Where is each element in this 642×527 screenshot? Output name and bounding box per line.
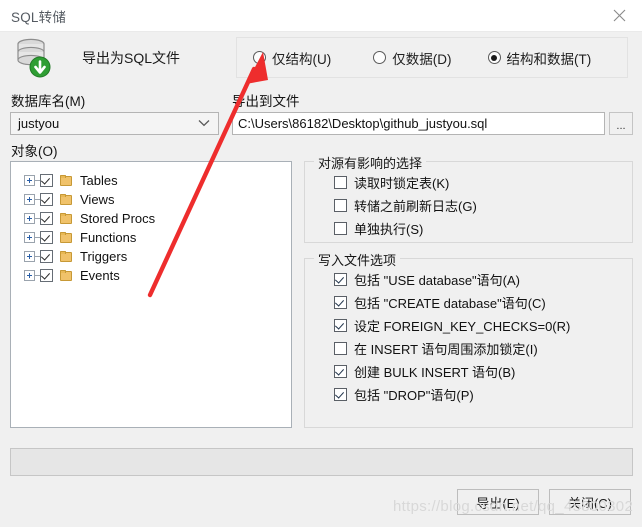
export-mode-radio-group: 仅结构(U) 仅数据(D) 结构和数据(T) [236,37,628,78]
tree-item-tables[interactable]: Tables [11,171,291,190]
checkbox-lock-around-insert[interactable]: 在 INSERT 语句周围添加锁定(I) [305,337,632,360]
checkbox-mark [334,222,347,235]
output-file-label: 导出到文件 [232,94,300,109]
chevron-down-icon [198,120,210,127]
folder-icon [60,269,73,282]
expand-icon[interactable] [24,194,35,205]
tree-item-label: Tables [80,173,118,188]
checkbox-single-transaction[interactable]: 单独执行(S) [305,217,632,240]
source-options-group: 对源有影响的选择 读取时锁定表(K) 转储之前刷新日志(G) 单独执行(S) [304,153,633,243]
database-name-label: 数据库名(M) [11,94,86,109]
database-name-value: justyou [18,116,60,131]
folder-icon [60,174,73,187]
tree-item-views[interactable]: Views [11,190,291,209]
folder-icon [60,231,73,244]
close-button[interactable]: 关闭(C) [549,489,631,515]
checkbox-label: 在 INSERT 语句周围添加锁定(I) [354,342,538,357]
output-file-field[interactable] [232,112,605,135]
close-window-button[interactable] [596,0,642,31]
checkbox-include-drop[interactable]: 包括 "DROP"语句(P) [305,383,632,406]
write-options-group: 写入文件选项 包括 "USE database"语句(A) 包括 "CREATE… [304,250,633,428]
database-name-select[interactable]: justyou [10,112,219,135]
tree-checkbox[interactable] [40,193,53,206]
checkbox-bulk-insert[interactable]: 创建 BULK INSERT 语句(B) [305,360,632,383]
checkbox-label: 包括 "USE database"语句(A) [354,273,521,288]
expand-icon[interactable] [24,270,35,281]
tree-item-triggers[interactable]: Triggers [11,247,291,266]
browse-file-button[interactable]: ... [609,112,633,135]
window-titlebar: SQL转储 [0,0,642,32]
export-button[interactable]: 导出(E) [457,489,539,515]
folder-icon [60,212,73,225]
tree-checkbox[interactable] [40,231,53,244]
window-title: SQL转储 [11,9,67,25]
progress-log-bar [10,448,633,476]
checkbox-mark [334,296,347,309]
tree-item-label: Views [80,192,115,207]
radio-label-structure-and-data: 结构和数据(T) [506,51,592,67]
checkbox-label: 转储之前刷新日志(G) [354,199,477,214]
tree-checkbox[interactable] [40,269,53,282]
objects-tree[interactable]: Tables Views Stored Procs Functions Trig… [10,161,292,428]
radio-data-only[interactable]: 仅数据(D) [373,48,452,68]
tree-item-label: Triggers [80,249,128,264]
checkbox-label: 包括 "CREATE database"语句(C) [354,296,546,311]
tree-item-label: Functions [80,230,137,245]
radio-structure-and-data[interactable]: 结构和数据(T) [487,48,592,68]
tree-checkbox[interactable] [40,212,53,225]
checkbox-label: 读取时锁定表(K) [354,176,450,191]
tree-checkbox[interactable] [40,174,53,187]
radio-structure-only[interactable]: 仅结构(U) [253,48,331,68]
radio-mark-structure-and-data [487,51,501,64]
expand-icon[interactable] [24,175,35,186]
radio-mark-data-only [373,51,387,64]
checkbox-lock-tables[interactable]: 读取时锁定表(K) [305,171,632,194]
checkbox-foreign-key-checks[interactable]: 设定 FOREIGN_KEY_CHECKS=0(R) [305,314,632,337]
objects-label: 对象(O) [11,144,58,159]
tree-item-functions[interactable]: Functions [11,228,291,247]
checkbox-mark [334,365,347,378]
checkbox-mark [334,319,347,332]
export-format-label: 导出为SQL文件 [82,50,181,66]
checkbox-mark [334,199,347,212]
folder-icon [60,250,73,263]
tree-item-label: Stored Procs [80,211,156,226]
radio-label-data-only: 仅数据(D) [392,51,452,67]
tree-item-events[interactable]: Events [11,266,291,285]
expand-icon[interactable] [24,232,35,243]
expand-icon[interactable] [24,251,35,262]
expand-icon[interactable] [24,213,35,224]
checkbox-include-use-database[interactable]: 包括 "USE database"语句(A) [305,268,632,291]
radio-mark-structure-only [253,51,266,64]
radio-label-structure-only: 仅结构(U) [272,51,332,67]
checkbox-flush-logs[interactable]: 转储之前刷新日志(G) [305,194,632,217]
checkbox-label: 设定 FOREIGN_KEY_CHECKS=0(R) [354,319,571,334]
checkbox-mark [334,273,347,286]
checkbox-label: 创建 BULK INSERT 语句(B) [354,365,516,380]
folder-icon [60,193,73,206]
source-options-title: 对源有影响的选择 [314,153,427,172]
database-export-icon [12,36,54,80]
checkbox-mark [334,388,347,401]
checkbox-label: 包括 "DROP"语句(P) [354,388,474,403]
checkbox-include-create-database[interactable]: 包括 "CREATE database"语句(C) [305,291,632,314]
tree-item-label: Events [80,268,120,283]
write-options-title: 写入文件选项 [314,250,401,269]
close-icon [613,9,625,22]
header-band: 导出为SQL文件 仅结构(U) 仅数据(D) 结构和数据(T) [0,32,642,84]
checkbox-label: 单独执行(S) [354,222,424,237]
tree-item-stored-procs[interactable]: Stored Procs [11,209,291,228]
checkbox-mark [334,176,347,189]
output-file-input[interactable] [238,116,604,131]
tree-checkbox[interactable] [40,250,53,263]
checkbox-mark [334,342,347,355]
